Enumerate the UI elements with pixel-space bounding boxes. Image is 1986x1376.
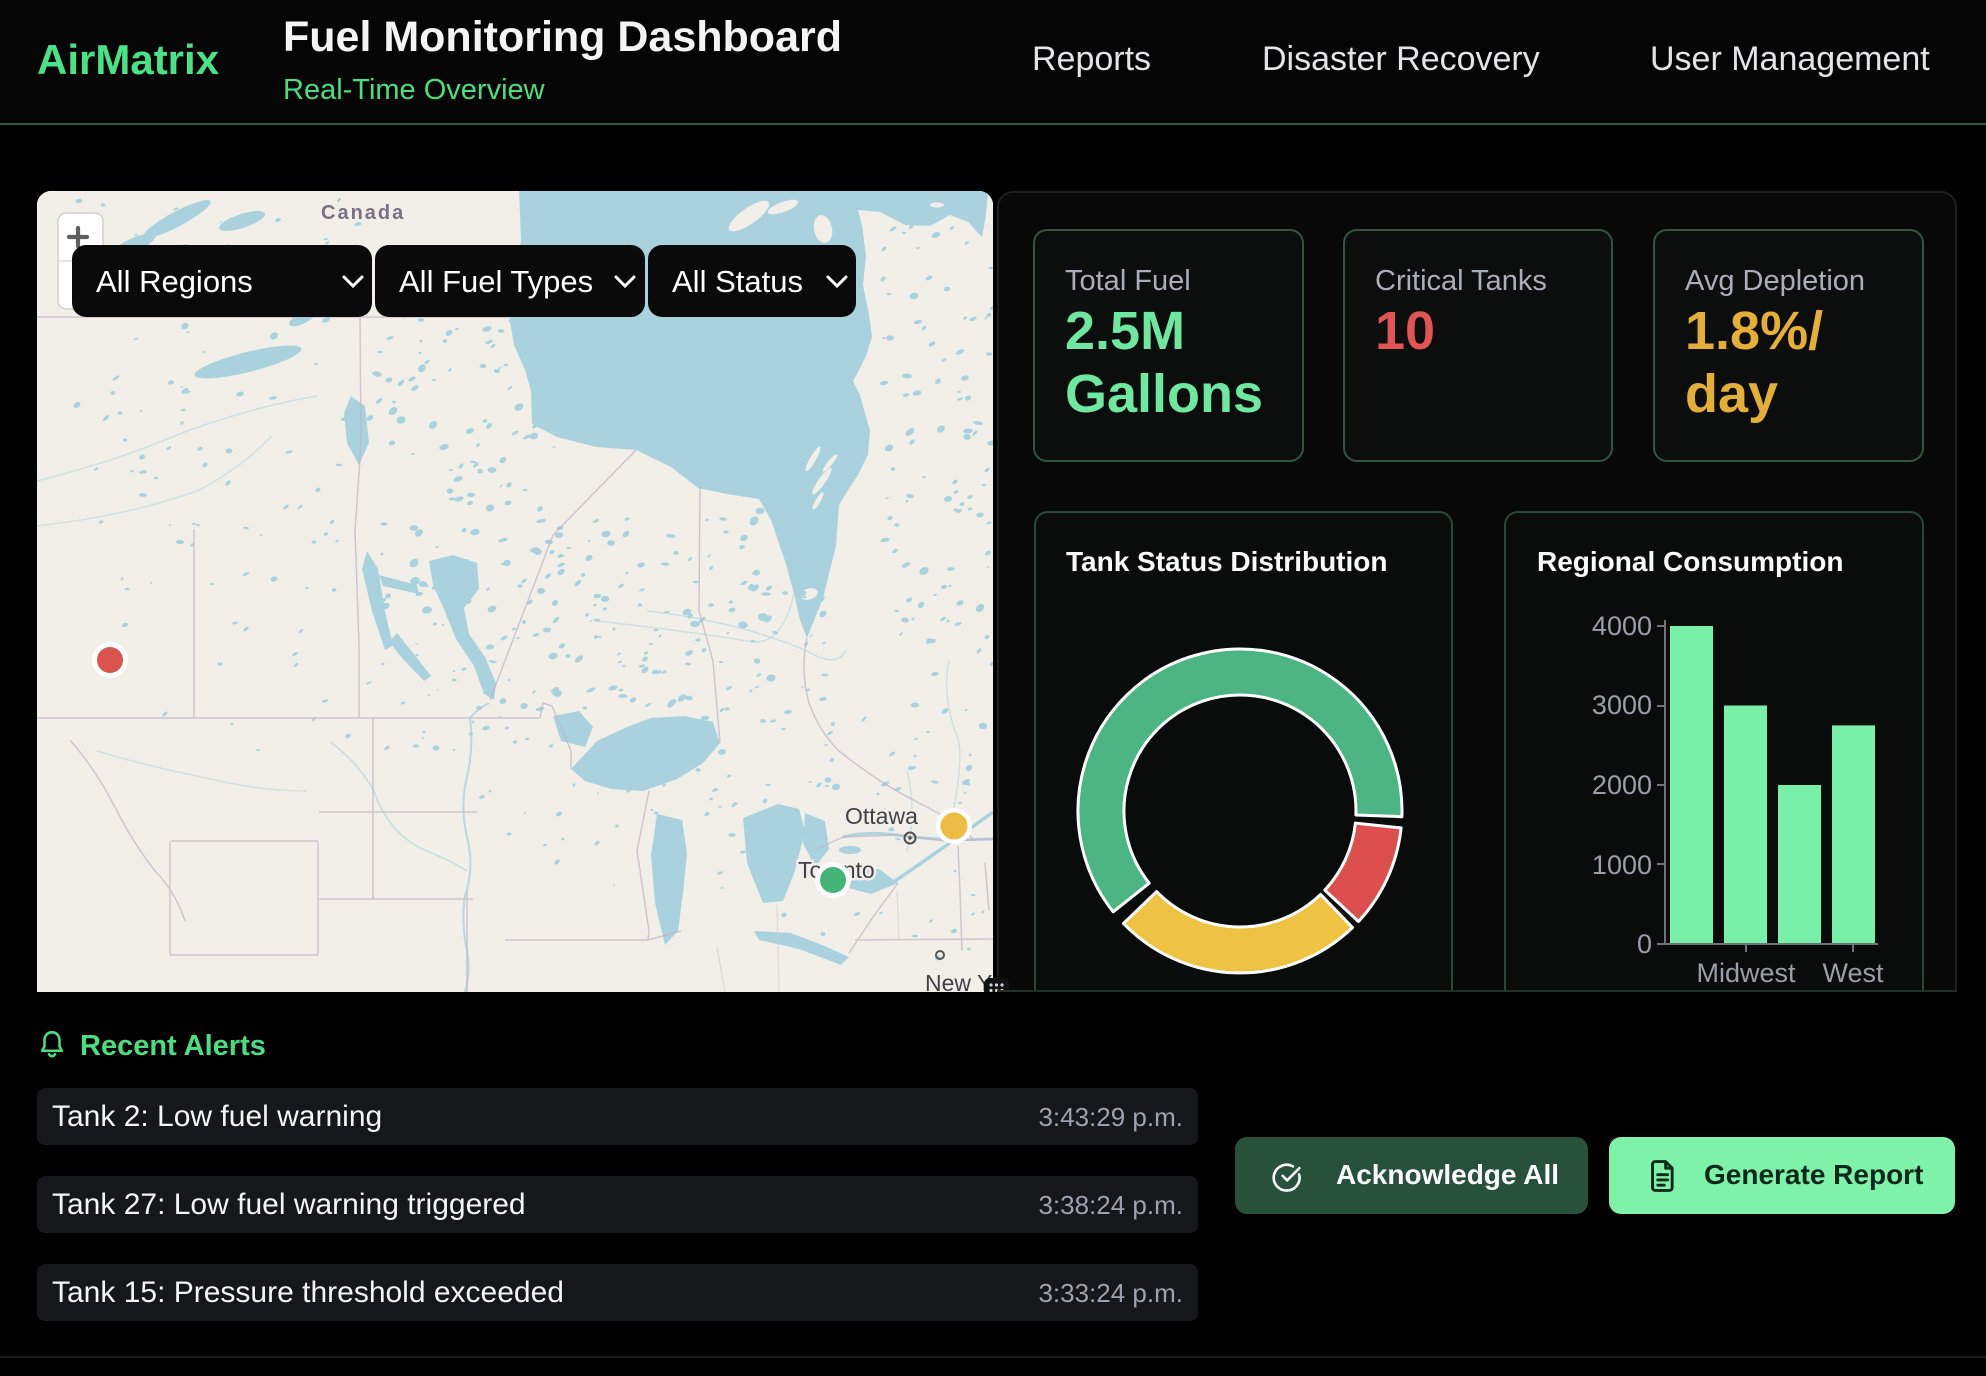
svg-text:3000: 3000: [1592, 690, 1652, 720]
svg-text:New York: New York: [925, 970, 993, 992]
svg-text:4000: 4000: [1592, 611, 1652, 641]
svg-text:1000: 1000: [1592, 850, 1652, 880]
svg-text:0: 0: [1637, 929, 1652, 959]
svg-text:2000: 2000: [1592, 770, 1652, 800]
svg-text:West: West: [1822, 958, 1884, 988]
svg-text:Midwest: Midwest: [1696, 958, 1796, 988]
svg-text:Ottawa: Ottawa: [845, 803, 918, 829]
svg-text:Canada: Canada: [321, 202, 405, 224]
